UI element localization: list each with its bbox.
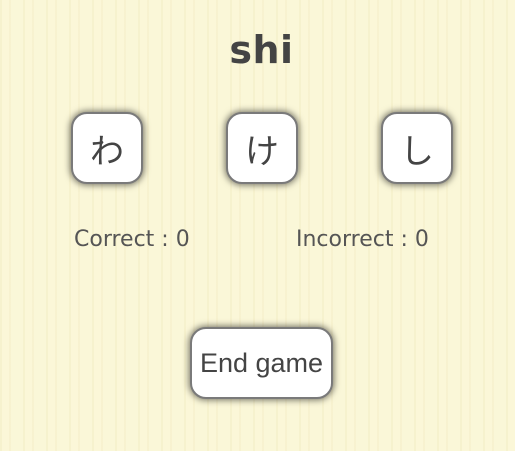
- kana-choice-button-ke[interactable]: け: [226, 112, 298, 184]
- end-game-button[interactable]: End game: [190, 327, 333, 399]
- correct-score: Correct : 0: [74, 227, 190, 252]
- romaji-prompt: shi: [229, 28, 294, 72]
- kana-choice-button-wa[interactable]: わ: [71, 112, 143, 184]
- incorrect-score: Incorrect : 0: [296, 227, 429, 252]
- kana-choice-button-shi[interactable]: し: [381, 112, 453, 184]
